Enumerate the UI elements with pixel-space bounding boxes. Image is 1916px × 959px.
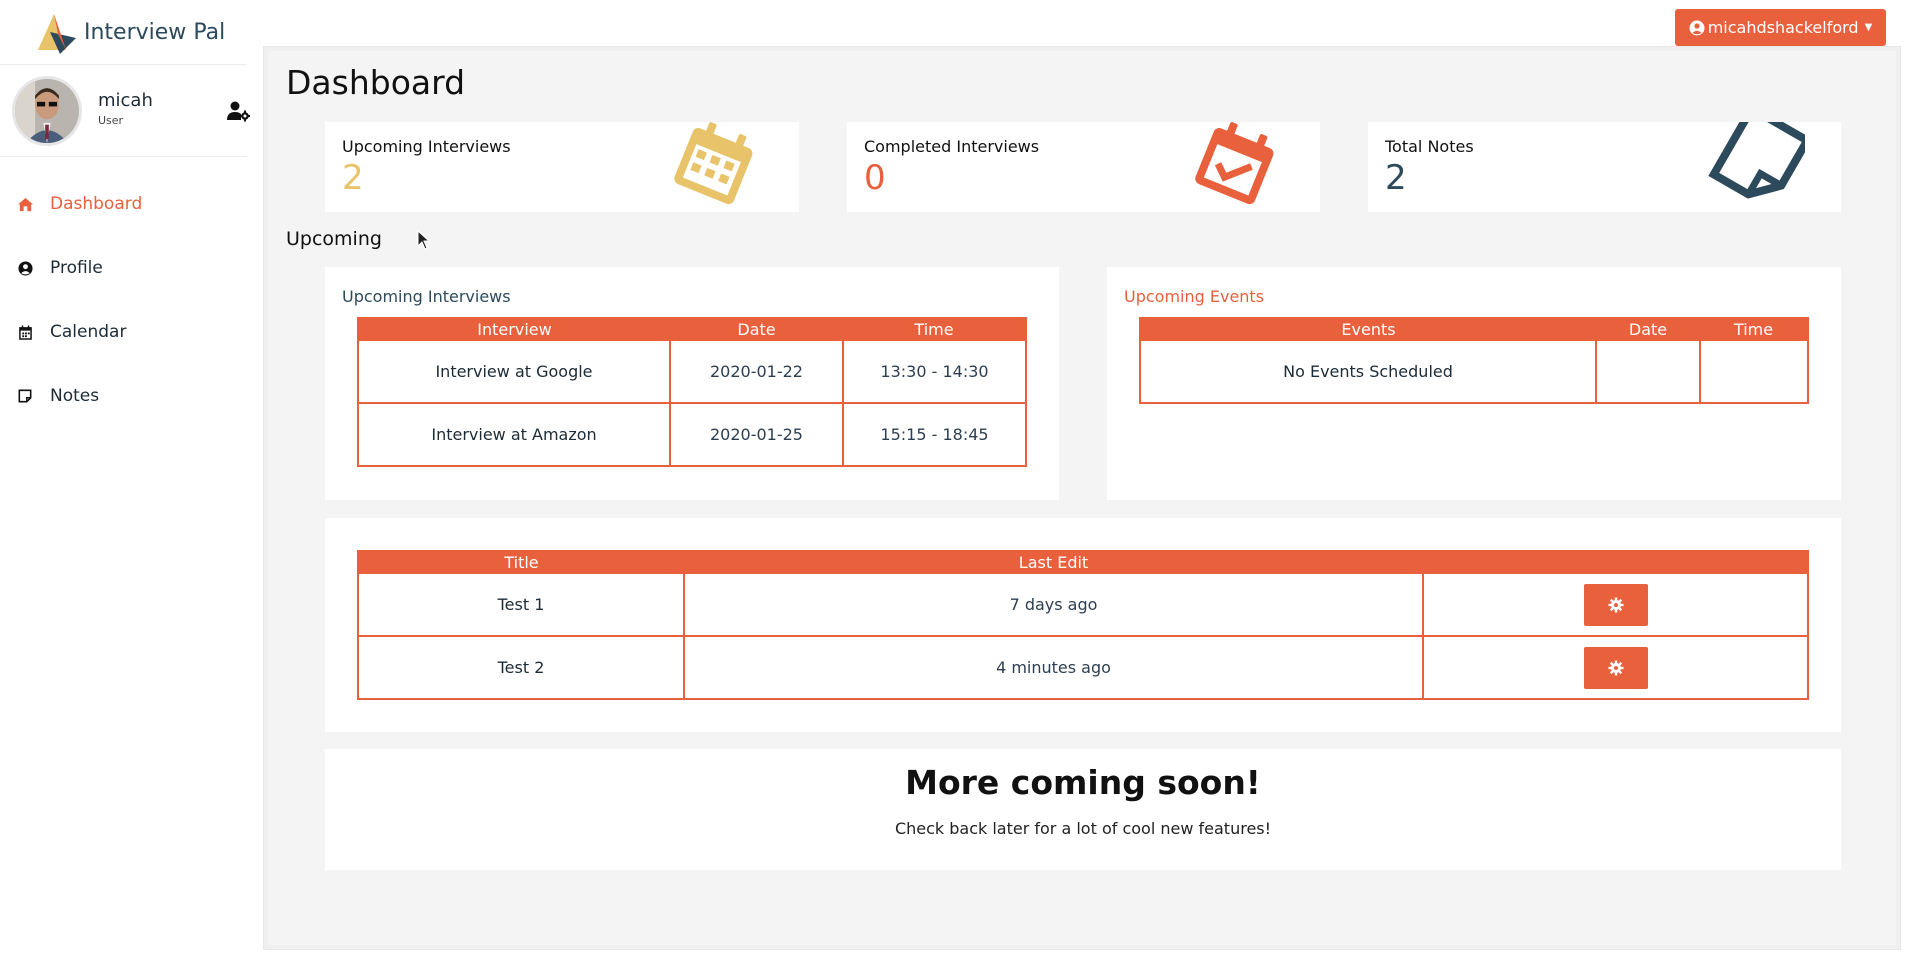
note-settings-button[interactable] <box>1583 646 1648 689</box>
user-menu-button[interactable]: micahdshackelford ▼ <box>1675 9 1886 46</box>
empty-events-cell: No Events Scheduled <box>1139 339 1597 404</box>
last-edit-cell: 7 days ago <box>683 572 1424 637</box>
table-header-row: Title Last Edit <box>358 551 1808 573</box>
panel-title: Upcoming Events <box>1124 287 1265 306</box>
interview-cell: Interview at Google <box>357 339 671 404</box>
table-row[interactable]: Test 2 4 minutes ago <box>357 635 1809 700</box>
sidebar-item-label: Profile <box>50 258 103 278</box>
stat-value: 2 <box>342 158 364 198</box>
stat-title: Completed Interviews <box>864 137 1040 156</box>
time-cell <box>1699 339 1809 404</box>
stat-title: Total Notes <box>1385 137 1474 156</box>
interviews-table: Interview Date Time Interview at Google … <box>357 317 1027 467</box>
column-header: Date <box>1596 318 1700 340</box>
user-settings-icon[interactable] <box>226 100 250 122</box>
interview-cell: Interview at Amazon <box>357 402 671 467</box>
brand-name: Interview Pal <box>84 20 225 45</box>
coming-soon-subtitle: Check back later for a lot of cool new f… <box>894 819 1272 838</box>
sidebar-item-calendar[interactable]: Calendar <box>0 300 247 364</box>
column-header: Events <box>1140 318 1596 340</box>
divider <box>0 156 247 157</box>
brand-logo[interactable]: Interview Pal <box>36 10 225 54</box>
sidebar-item-notes[interactable]: Notes <box>0 364 247 428</box>
section-label-upcoming: Upcoming <box>286 228 382 250</box>
stat-value: 2 <box>1385 158 1407 198</box>
panel-title: Upcoming Interviews <box>342 287 511 306</box>
gear-icon <box>1608 660 1623 675</box>
logo-icon <box>38 14 76 54</box>
brand-name-part1: Interview <box>84 19 187 45</box>
chevron-down-icon: ▼ <box>1864 22 1873 33</box>
column-header: Time <box>843 318 1026 340</box>
table-row[interactable]: Interview at Amazon 2020-01-25 15:15 - 1… <box>357 402 1027 467</box>
table-row[interactable]: Interview at Google 2020-01-22 13:30 - 1… <box>357 339 1027 404</box>
column-header <box>1423 551 1808 573</box>
user-role: User <box>98 114 124 127</box>
sidebar-item-label: Calendar <box>50 322 127 342</box>
actions-cell <box>1422 572 1809 637</box>
table-header-row: Events Date Time <box>1140 318 1808 340</box>
table-header-row: Interview Date Time <box>358 318 1026 340</box>
calendar-icon <box>16 323 34 341</box>
sticky-note-icon <box>1708 122 1805 199</box>
sidebar-nav: Dashboard Profile Calendar Notes <box>0 172 247 428</box>
date-cell <box>1595 339 1701 404</box>
column-header: Time <box>1700 318 1808 340</box>
time-cell: 15:15 - 18:45 <box>842 402 1027 467</box>
stat-card-completed: Completed Interviews 0 <box>847 122 1320 212</box>
user-name: micah <box>98 90 153 111</box>
stat-card-upcoming: Upcoming Interviews 2 <box>325 122 799 212</box>
user-circle-icon <box>1689 20 1705 35</box>
sidebar: Interview Pal micah User Dashboard Profi… <box>0 0 265 959</box>
mouse-cursor-icon <box>417 230 431 250</box>
column-header: Date <box>670 318 843 340</box>
page-title: Dashboard <box>286 63 466 102</box>
note-settings-button[interactable] <box>1583 583 1648 626</box>
table-row: No Events Scheduled <box>1139 339 1809 404</box>
user-circle-icon <box>16 259 34 277</box>
gear-icon <box>1608 597 1623 612</box>
calendar-icon <box>674 122 753 205</box>
coming-soon-title: More coming soon! <box>905 763 1261 802</box>
upcoming-interviews-panel: Upcoming Interviews Interview Date Time … <box>325 267 1059 500</box>
events-table: Events Date Time No Events Scheduled <box>1139 317 1809 404</box>
stat-card-notes: Total Notes 2 <box>1368 122 1841 212</box>
user-menu-username: micahdshackelford <box>1707 18 1859 37</box>
upcoming-events-panel: Upcoming Events Events Date Time No Even… <box>1107 267 1841 500</box>
date-cell: 2020-01-22 <box>669 339 844 404</box>
column-header: Title <box>358 551 684 573</box>
calendar-check-icon <box>1195 122 1274 205</box>
notes-panel: Title Last Edit Test 1 7 days ago Test 2… <box>325 518 1841 732</box>
sidebar-item-profile[interactable]: Profile <box>0 236 247 300</box>
column-header: Last Edit <box>684 551 1423 573</box>
note-title-cell: Test 1 <box>357 572 685 637</box>
avatar[interactable] <box>12 76 82 146</box>
date-cell: 2020-01-25 <box>669 402 844 467</box>
stat-title: Upcoming Interviews <box>342 137 511 156</box>
sidebar-item-dashboard[interactable]: Dashboard <box>0 172 247 236</box>
time-cell: 13:30 - 14:30 <box>842 339 1027 404</box>
avatar-image <box>15 79 79 143</box>
table-row[interactable]: Test 1 7 days ago <box>357 572 1809 637</box>
brand-name-part2: Pal <box>193 19 226 45</box>
coming-soon-panel: More coming soon! Check back later for a… <box>325 749 1841 870</box>
column-header: Interview <box>358 318 670 340</box>
stat-value: 0 <box>864 158 886 198</box>
divider <box>0 64 247 65</box>
note-icon <box>16 387 34 405</box>
notes-table: Title Last Edit Test 1 7 days ago Test 2… <box>357 550 1809 700</box>
last-edit-cell: 4 minutes ago <box>683 635 1424 700</box>
actions-cell <box>1422 635 1809 700</box>
home-icon <box>16 195 34 213</box>
sidebar-item-label: Notes <box>50 386 100 406</box>
user-summary: micah User <box>12 76 252 148</box>
sidebar-item-label: Dashboard <box>50 194 143 214</box>
note-title-cell: Test 2 <box>357 635 685 700</box>
